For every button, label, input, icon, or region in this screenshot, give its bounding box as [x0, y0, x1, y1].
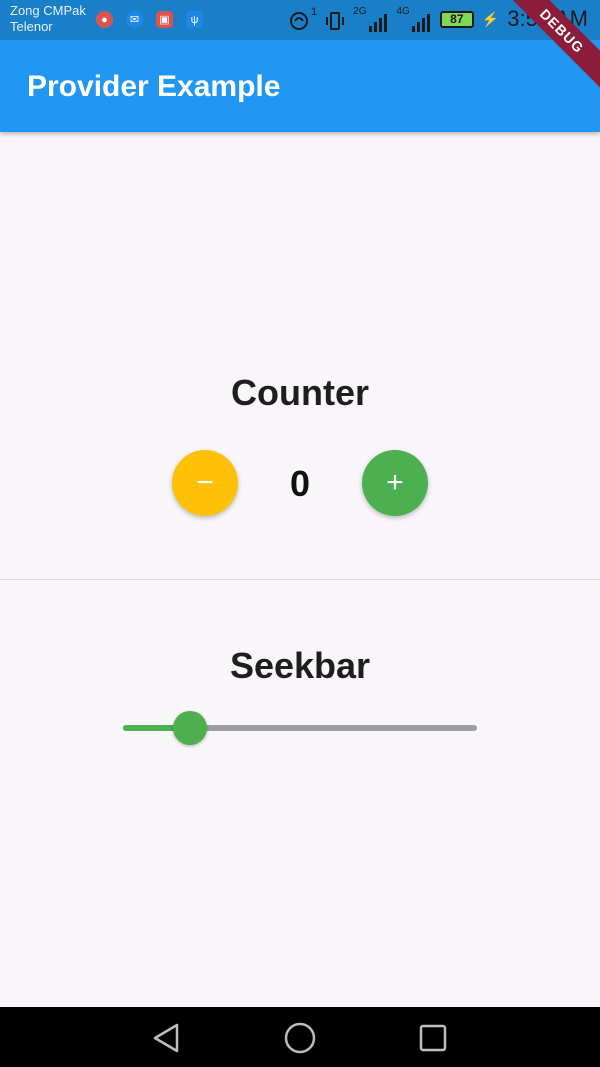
plus-icon: +	[386, 466, 404, 499]
battery-level: 87	[450, 12, 464, 26]
carrier-name-1: Zong CMPak	[10, 3, 86, 18]
increment-button[interactable]: +	[362, 450, 428, 516]
seekbar-title: Seekbar	[229, 645, 371, 686]
sim1-indicator: 1	[311, 6, 318, 18]
messenger-icon: ✉	[126, 11, 143, 28]
screen-record-icon: ●	[96, 11, 113, 28]
minus-icon: −	[196, 466, 214, 499]
charging-icon: ⚡	[481, 10, 500, 27]
home-icon[interactable]	[283, 1021, 317, 1055]
signal-4g-icon: 4G	[397, 6, 432, 32]
vibrate-icon	[325, 6, 345, 32]
network-4g-label: 4G	[396, 6, 410, 17]
section-divider	[0, 579, 600, 580]
counter-title: Counter	[231, 372, 369, 413]
navigation-bar	[0, 1007, 600, 1067]
carrier-info: Zong CMPak Telenor	[10, 3, 86, 35]
decrement-button[interactable]: −	[172, 450, 238, 516]
signal-2g-icon: 2G	[353, 6, 388, 32]
network-2g-label: 2G	[353, 6, 367, 17]
gallery-icon: ▣	[156, 11, 173, 28]
sync-icon: 1	[288, 6, 317, 32]
seekbar-thumb[interactable]	[173, 711, 208, 745]
counter-value: 0	[289, 463, 311, 504]
carrier-name-2: Telenor	[10, 19, 53, 34]
notification-icons: ● ✉ ▣ ψ	[96, 11, 203, 28]
back-icon[interactable]	[150, 1021, 184, 1055]
usb-icon: ψ	[186, 11, 203, 28]
app-title: Provider Example	[27, 70, 281, 103]
app-bar: Provider Example	[0, 40, 600, 132]
seekbar-track[interactable]	[123, 711, 477, 745]
recents-icon[interactable]	[416, 1021, 450, 1055]
battery-icon: 87	[439, 10, 474, 28]
status-bar: Zong CMPak Telenor ● ✉ ▣ ψ 1 2G 4G 87 ⚡ …	[0, 0, 600, 40]
